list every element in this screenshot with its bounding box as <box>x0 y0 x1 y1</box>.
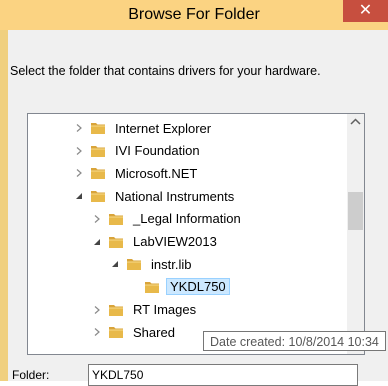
tree-item-labview2013[interactable]: LabVIEW2013 <box>90 231 220 253</box>
folder-icon <box>90 189 106 203</box>
tree-item-label: Microsoft.NET <box>115 165 198 181</box>
folder-tree[interactable]: Internet Explorer IVI Foundation Microsoft… <box>27 113 365 355</box>
collapse-arrow-icon[interactable] <box>90 235 104 249</box>
folder-icon <box>144 280 160 294</box>
tree-item-rt-images[interactable]: RT Images <box>90 299 199 321</box>
scrollbar-thumb[interactable] <box>348 192 363 230</box>
tree-item-label: YKDL750 <box>166 278 230 296</box>
instruction-text: Select the folder that contains drivers … <box>10 64 321 78</box>
expand-arrow-icon[interactable] <box>90 325 104 339</box>
collapse-arrow-icon[interactable] <box>72 189 86 203</box>
tree-item-ykdl750[interactable]: YKDL750 <box>126 276 230 298</box>
collapse-arrow-icon[interactable] <box>108 257 122 271</box>
tree-item-shared[interactable]: Shared <box>90 321 178 343</box>
tree-item-label: LabVIEW2013 <box>133 234 217 249</box>
folder-icon <box>108 303 124 317</box>
no-expander <box>126 280 140 294</box>
tree-item-microsoft-net[interactable]: Microsoft.NET <box>72 162 200 184</box>
tree-item-instr-lib[interactable]: instr.lib <box>108 253 194 275</box>
expand-arrow-icon[interactable] <box>72 166 86 180</box>
folder-icon <box>90 144 106 158</box>
tree-item-legal-information[interactable]: _Legal Information <box>90 208 244 230</box>
tree-item-national-instruments[interactable]: National Instruments <box>72 185 237 207</box>
tree-item-label: IVI Foundation <box>115 143 200 159</box>
folder-icon <box>90 166 106 180</box>
tree-item-internet-explorer[interactable]: Internet Explorer <box>72 117 214 139</box>
scroll-up-icon[interactable] <box>347 114 364 131</box>
tree-item-ivi-foundation[interactable]: IVI Foundation <box>72 140 203 162</box>
date-created-tooltip: Date created: 10/8/2014 10:34 <box>203 331 386 351</box>
tree-item-label: RT Images <box>133 302 197 318</box>
tree-item-label: _Legal Information <box>133 211 241 227</box>
tree-item-label: Shared <box>133 324 175 340</box>
folder-icon <box>108 325 124 339</box>
tree-item-label: National Instruments <box>115 188 235 204</box>
close-icon: ✕ <box>358 2 373 19</box>
expand-arrow-icon[interactable] <box>72 144 86 158</box>
folder-icon <box>126 257 142 271</box>
folder-field[interactable] <box>88 364 358 386</box>
folder-icon <box>108 212 124 226</box>
expand-arrow-icon[interactable] <box>90 303 104 317</box>
tree-item-label: instr.lib <box>151 256 192 272</box>
window-title: Browse For Folder <box>128 6 260 23</box>
expand-arrow-icon[interactable] <box>90 212 104 226</box>
close-button[interactable]: ✕ <box>343 0 388 22</box>
folder-icon <box>90 121 106 135</box>
vertical-scrollbar[interactable] <box>347 114 364 354</box>
folder-icon <box>108 235 124 249</box>
tree-item-label: Internet Explorer <box>115 120 212 136</box>
title-bar[interactable]: Browse For Folder ✕ <box>0 0 388 30</box>
folder-field-label: Folder: <box>12 368 50 382</box>
expand-arrow-icon[interactable] <box>72 121 86 135</box>
